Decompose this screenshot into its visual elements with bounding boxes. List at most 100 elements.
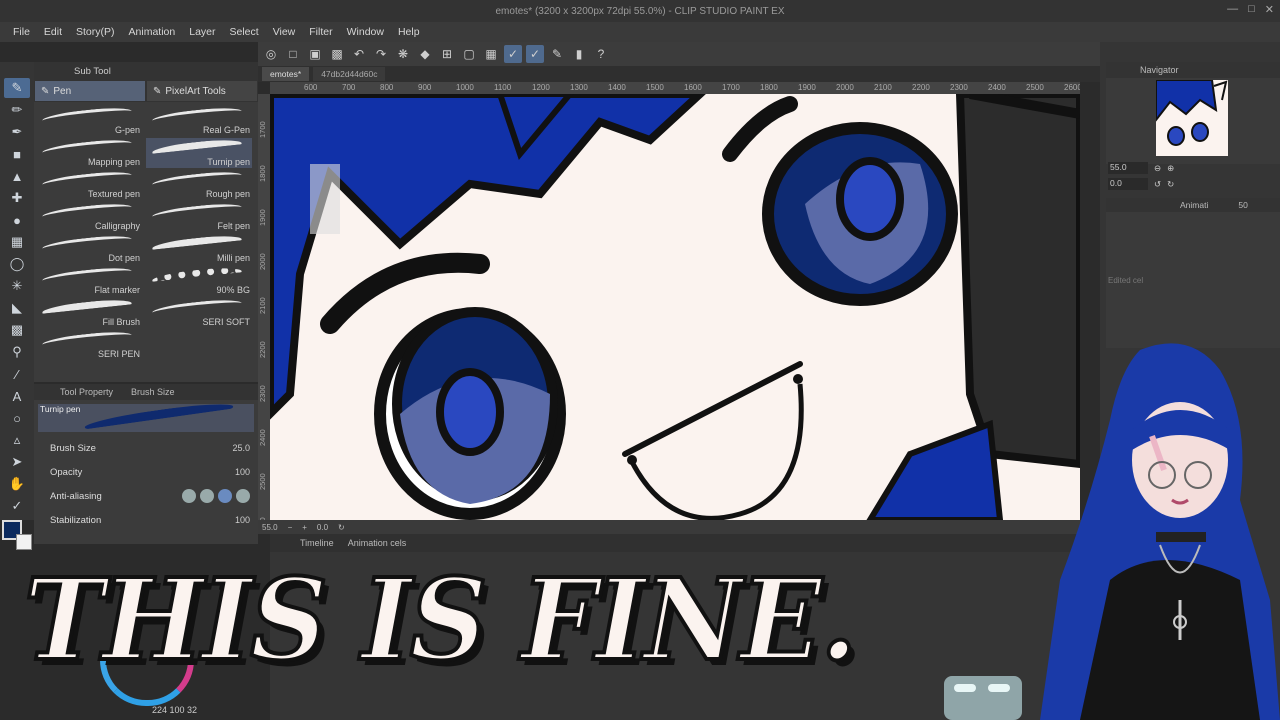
- gradient-tool-icon[interactable]: ▩: [4, 320, 30, 340]
- rotate-right-icon[interactable]: ↻: [1167, 179, 1174, 190]
- zoom-tool-icon[interactable]: ⚲: [4, 342, 30, 362]
- color-chip[interactable]: [2, 520, 34, 556]
- navigator-zoom-input[interactable]: 55.0: [1108, 162, 1148, 174]
- menu-file[interactable]: File: [6, 26, 37, 38]
- zoom-value[interactable]: 55.0: [262, 523, 278, 532]
- navigator-angle-input[interactable]: 0.0: [1108, 178, 1148, 190]
- tab-tool-property[interactable]: Tool Property: [60, 387, 113, 397]
- vtuber-avatar: [1040, 340, 1280, 720]
- zoom-out-icon[interactable]: −: [288, 523, 293, 532]
- text-tool-icon[interactable]: A: [4, 386, 30, 406]
- layer-opacity[interactable]: 50: [1238, 200, 1247, 210]
- drawing-canvas[interactable]: [270, 94, 1080, 520]
- deselect-icon[interactable]: ▢: [460, 45, 478, 63]
- menu-view[interactable]: View: [266, 26, 303, 38]
- brush-preview: Turnip pen: [38, 399, 254, 435]
- brush-milli-pen[interactable]: Milli pen: [146, 233, 252, 264]
- menu-animation[interactable]: Animation: [122, 26, 183, 38]
- menu-help[interactable]: Help: [391, 26, 427, 38]
- zoom-in-icon[interactable]: ⊕: [1167, 163, 1174, 174]
- brush-rough-pen[interactable]: Rough pen: [146, 169, 252, 200]
- menu-window[interactable]: Window: [340, 26, 391, 38]
- menu-story[interactable]: Story(P): [69, 26, 122, 38]
- decoration-tool-icon[interactable]: ▲: [4, 166, 30, 186]
- tab-pen[interactable]: ✎ Pen: [34, 80, 146, 102]
- brush-tool-icon[interactable]: ✒: [4, 122, 30, 142]
- brush-seri-soft[interactable]: SERI SOFT: [146, 297, 252, 328]
- brush-turnip-pen[interactable]: Turnip pen: [146, 137, 252, 168]
- snap-special-ruler-icon[interactable]: ✓: [526, 45, 544, 63]
- brush-calligraphy[interactable]: Calligraphy: [36, 201, 142, 232]
- maximize-icon[interactable]: □: [1248, 3, 1255, 16]
- pen-tool-icon[interactable]: ✎: [4, 78, 30, 98]
- brush-dot-pen[interactable]: Dot pen: [36, 233, 142, 264]
- ruler-tick-label: 2100: [874, 83, 892, 92]
- brush-seri-pen[interactable]: SERI PEN: [36, 329, 142, 360]
- operation-tool-icon[interactable]: ✚: [4, 188, 30, 208]
- brush-90-bg[interactable]: 90% BG: [146, 265, 252, 296]
- pencil-tool-icon[interactable]: ✏: [4, 100, 30, 120]
- object-tool-icon[interactable]: ➤: [4, 452, 30, 472]
- menu-layer[interactable]: Layer: [182, 26, 222, 38]
- angle-value[interactable]: 0.0: [317, 523, 328, 532]
- figure-tool-icon[interactable]: ∕: [4, 364, 30, 384]
- ruler-tool-icon[interactable]: ▵: [4, 430, 30, 450]
- new-file-icon[interactable]: □: [284, 45, 302, 63]
- tab-brush-size[interactable]: Brush Size: [131, 387, 175, 397]
- auto-select-icon[interactable]: ✳: [4, 276, 30, 296]
- navigator-thumbnail[interactable]: [1156, 80, 1228, 156]
- tab-timeline[interactable]: Timeline: [300, 538, 334, 548]
- undo-icon[interactable]: ↶: [350, 45, 368, 63]
- rotate-icon[interactable]: ↻: [338, 523, 345, 532]
- eraser-tool-icon[interactable]: ■: [4, 144, 30, 164]
- sub-color-swatch[interactable]: [16, 534, 32, 550]
- close-icon[interactable]: ✕: [1265, 3, 1274, 16]
- open-file-icon[interactable]: ▣: [306, 45, 324, 63]
- minimize-icon[interactable]: —: [1227, 3, 1238, 16]
- save-icon[interactable]: ▩: [328, 45, 346, 63]
- brush-mapping-pen[interactable]: Mapping pen: [36, 137, 142, 168]
- frame-tool-icon[interactable]: ▦: [4, 232, 30, 252]
- eyedropper-tool-icon[interactable]: ✓: [4, 496, 30, 516]
- ruler-vertical: 1700180019002000210022002300240025002600: [258, 94, 270, 520]
- rotate-left-icon[interactable]: ↺: [1154, 179, 1161, 190]
- anti-aliasing-options[interactable]: [182, 489, 250, 503]
- fill-tool-icon[interactable]: ●: [4, 210, 30, 230]
- menu-select[interactable]: Select: [223, 26, 266, 38]
- tab-emotes[interactable]: emotes*: [262, 67, 310, 81]
- fill-icon[interactable]: ◆: [416, 45, 434, 63]
- clear-icon[interactable]: ❋: [394, 45, 412, 63]
- tab-second-document[interactable]: 47db2d44d60c: [313, 67, 386, 81]
- brush-fill-brush[interactable]: Fill Brush: [36, 297, 142, 328]
- balloon-tool-icon[interactable]: ○: [4, 408, 30, 428]
- tab-pixelart-tools[interactable]: ✎ PixelArt Tools: [146, 80, 258, 102]
- brush-size-value[interactable]: 25.0: [232, 443, 250, 453]
- zoom-in-icon[interactable]: +: [302, 523, 307, 532]
- opacity-value[interactable]: 100: [235, 467, 250, 477]
- clip-studio-icon[interactable]: ◎: [262, 45, 280, 63]
- help-icon[interactable]: ?: [592, 45, 610, 63]
- brush-flat-marker[interactable]: Flat marker: [36, 265, 142, 296]
- brush-real-g-pen[interactable]: Real G-Pen: [146, 105, 252, 136]
- transform-icon[interactable]: ⊞: [438, 45, 456, 63]
- zoom-out-icon[interactable]: ⊖: [1154, 163, 1161, 174]
- brush-size-row[interactable]: Brush Size 25.0: [34, 436, 258, 460]
- crop-icon[interactable]: ▦: [482, 45, 500, 63]
- device-icon[interactable]: ▮: [570, 45, 588, 63]
- bucket-tool-icon[interactable]: ◣: [4, 298, 30, 318]
- snap-ruler-icon[interactable]: ✓: [504, 45, 522, 63]
- snap-grid-icon[interactable]: ✎: [548, 45, 566, 63]
- brush-felt-pen[interactable]: Felt pen: [146, 201, 252, 232]
- tab-animation-cels[interactable]: Animation cels: [348, 538, 407, 548]
- brush-g-pen[interactable]: G-pen: [36, 105, 142, 136]
- hand-tool-icon[interactable]: ✋: [4, 474, 30, 494]
- stabilization-value[interactable]: 100: [235, 515, 250, 525]
- stabilization-row[interactable]: Stabilization 100: [34, 508, 258, 532]
- menu-edit[interactable]: Edit: [37, 26, 69, 38]
- tab-animation[interactable]: Animati: [1180, 200, 1208, 210]
- brush-textured-pen[interactable]: Textured pen: [36, 169, 142, 200]
- opacity-row[interactable]: Opacity 100: [34, 460, 258, 484]
- menu-filter[interactable]: Filter: [302, 26, 339, 38]
- lasso-tool-icon[interactable]: ◯: [4, 254, 30, 274]
- redo-icon[interactable]: ↷: [372, 45, 390, 63]
